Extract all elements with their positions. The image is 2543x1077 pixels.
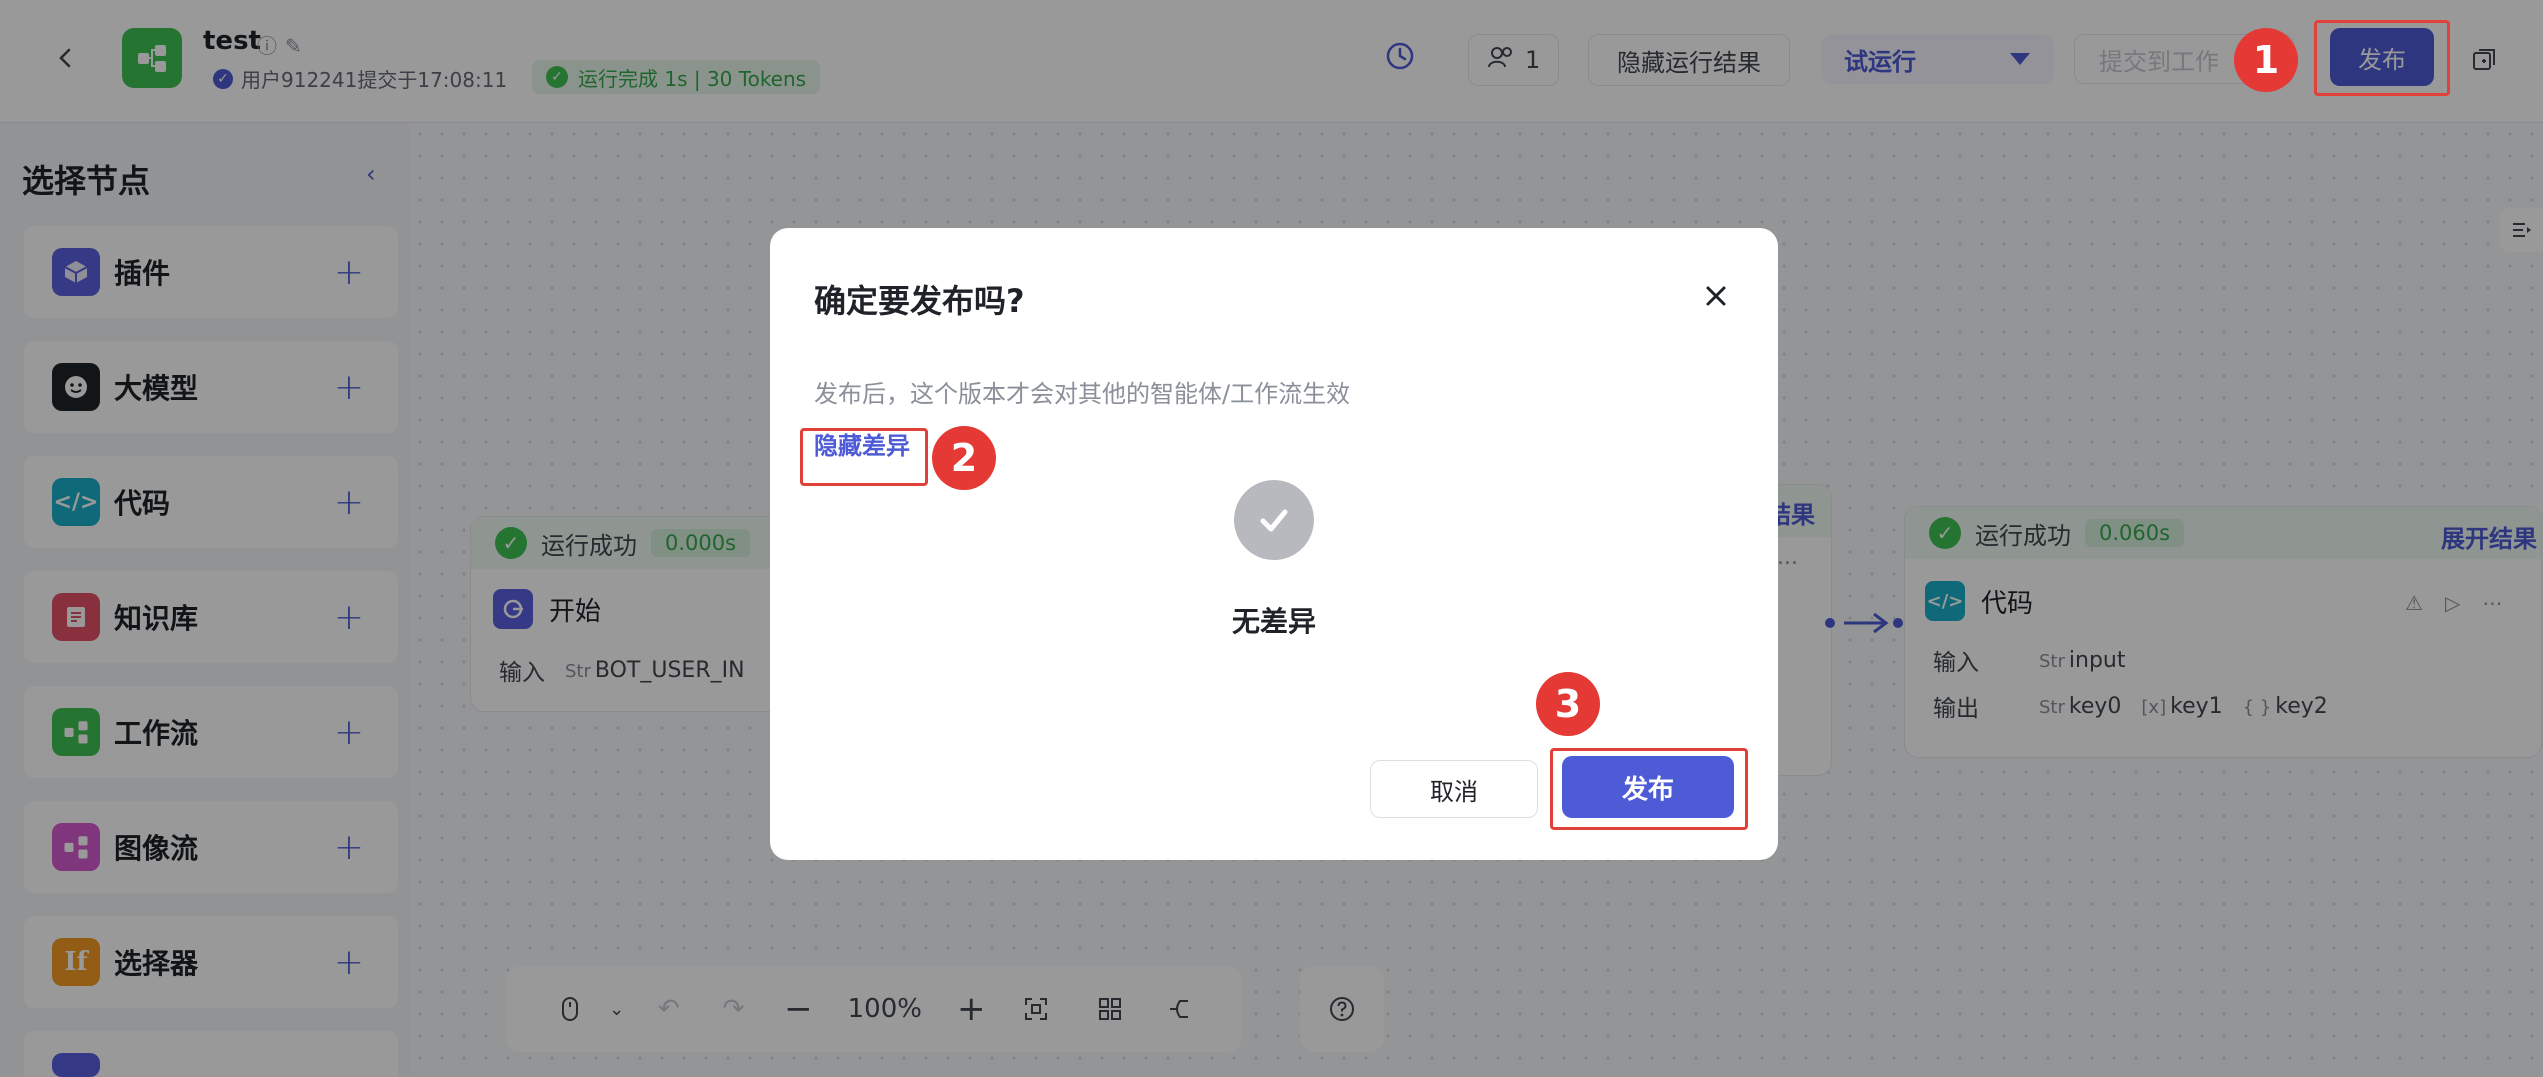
check-icon	[1234, 480, 1314, 560]
cancel-button[interactable]: 取消	[1370, 760, 1538, 818]
publish-confirm-dialog: 确定要发布吗? 发布后，这个版本才会对其他的智能体/工作流生效 隐藏差异 2 无…	[770, 228, 1778, 860]
annotation-badge: 2	[932, 426, 996, 490]
annotation-badge: 1	[2234, 28, 2298, 92]
annotation-highlight-hide-diff	[800, 428, 928, 486]
dialog-description: 发布后，这个版本才会对其他的智能体/工作流生效	[814, 380, 1351, 408]
no-diff-text: 无差异	[1231, 605, 1316, 638]
annotation-highlight-confirm	[1550, 748, 1748, 830]
annotation-badge: 3	[1536, 672, 1600, 736]
dialog-title: 确定要发布吗?	[814, 282, 1025, 320]
annotation-highlight-publish	[2314, 20, 2450, 96]
close-icon[interactable]	[1694, 274, 1738, 318]
